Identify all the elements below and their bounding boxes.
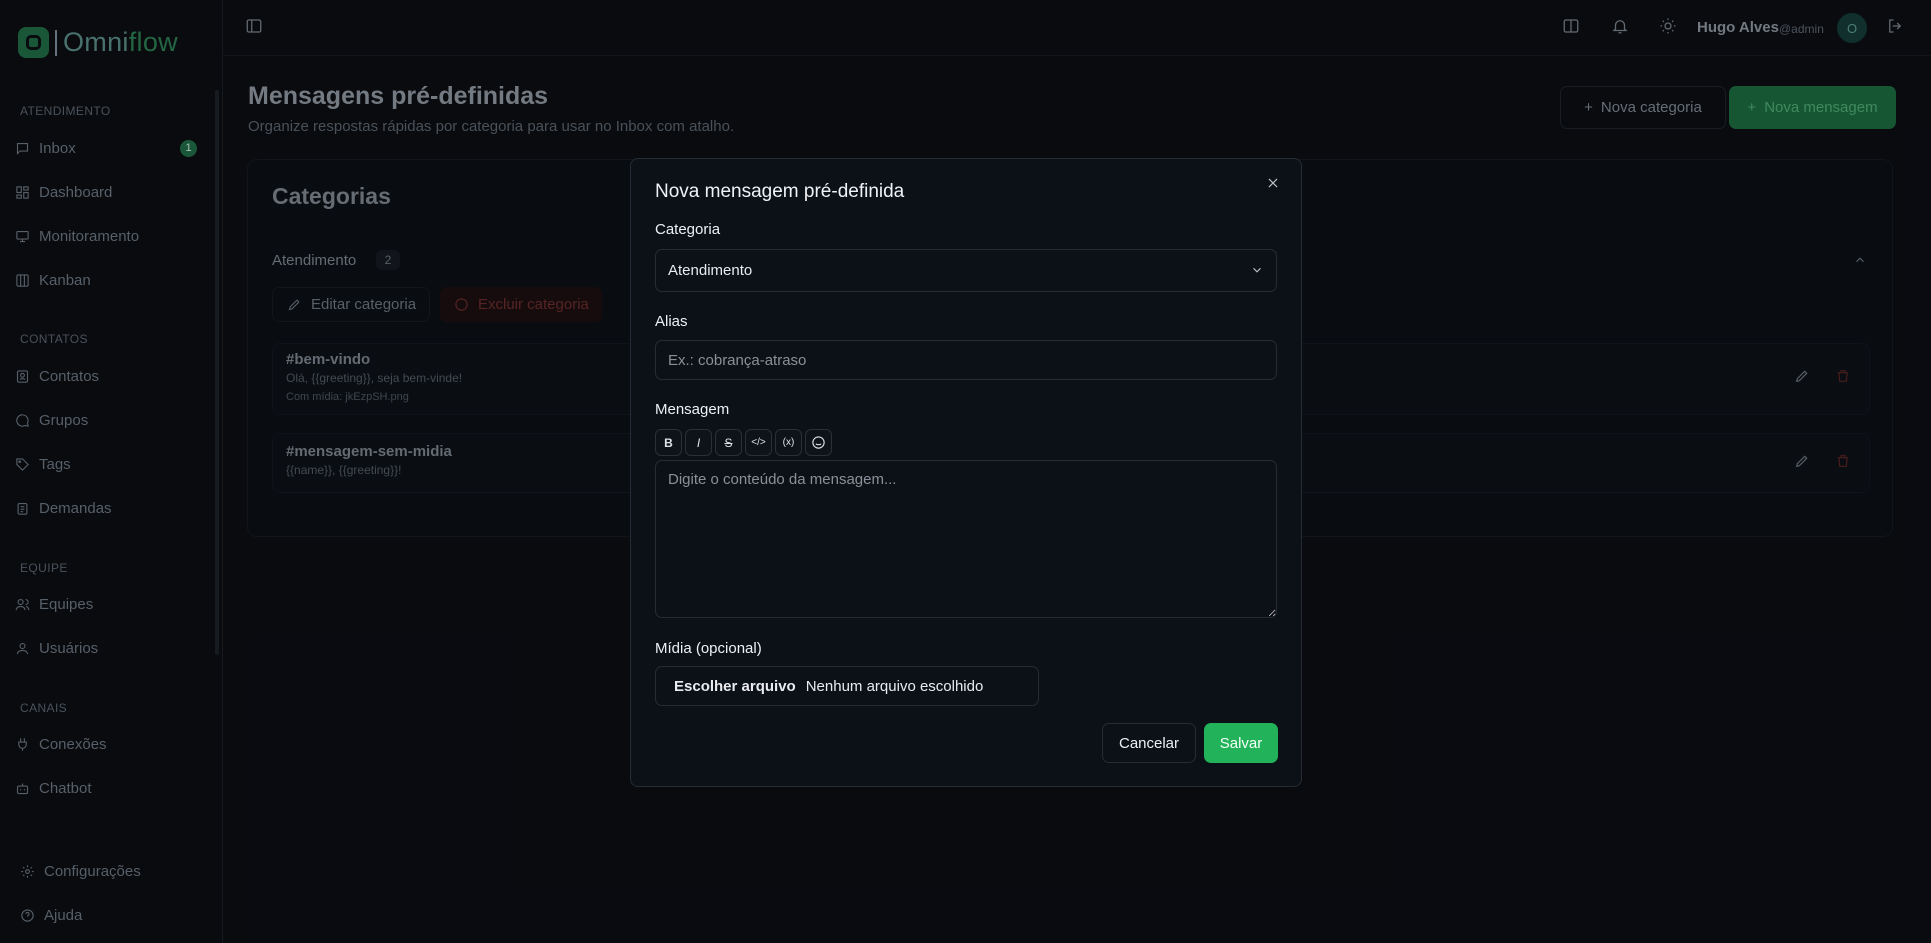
category-select[interactable]: Atendimento xyxy=(655,249,1277,292)
alias-input[interactable] xyxy=(655,340,1277,380)
message-textarea[interactable] xyxy=(655,460,1277,618)
choose-file-button[interactable]: Escolher arquivo xyxy=(674,678,796,695)
new-message-dialog: Nova mensagem pré-definida Categoria Ate… xyxy=(630,158,1302,787)
category-field-label: Categoria xyxy=(655,221,721,238)
bold-button[interactable]: B xyxy=(655,429,682,456)
format-toolbar: B I S </> (x) xyxy=(655,429,832,456)
alias-field-label: Alias xyxy=(655,313,688,330)
save-button[interactable]: Salvar xyxy=(1204,723,1278,763)
variable-button[interactable]: (x) xyxy=(775,429,802,456)
close-icon xyxy=(1268,178,1278,188)
media-field-label: Mídia (opcional) xyxy=(655,640,762,657)
media-file-input[interactable]: Escolher arquivo Nenhum arquivo escolhid… xyxy=(655,666,1039,706)
cancel-button[interactable]: Cancelar xyxy=(1102,723,1196,763)
strikethrough-button[interactable]: S xyxy=(715,429,742,456)
smile-icon xyxy=(812,436,825,449)
file-status: Nenhum arquivo escolhido xyxy=(805,677,984,695)
close-dialog-button[interactable] xyxy=(1266,176,1284,194)
category-select-value: Atendimento xyxy=(668,262,753,279)
message-field-label: Mensagem xyxy=(655,401,730,418)
code-button[interactable]: </> xyxy=(745,429,772,456)
app-root: Omniflow ATENDIMENTO Inbox 1 Dashboard M… xyxy=(0,0,1931,943)
emoji-button[interactable] xyxy=(805,429,832,456)
chevron-down-icon xyxy=(1253,267,1261,273)
italic-button[interactable]: I xyxy=(685,429,712,456)
dialog-title: Nova mensagem pré-definida xyxy=(655,181,905,202)
